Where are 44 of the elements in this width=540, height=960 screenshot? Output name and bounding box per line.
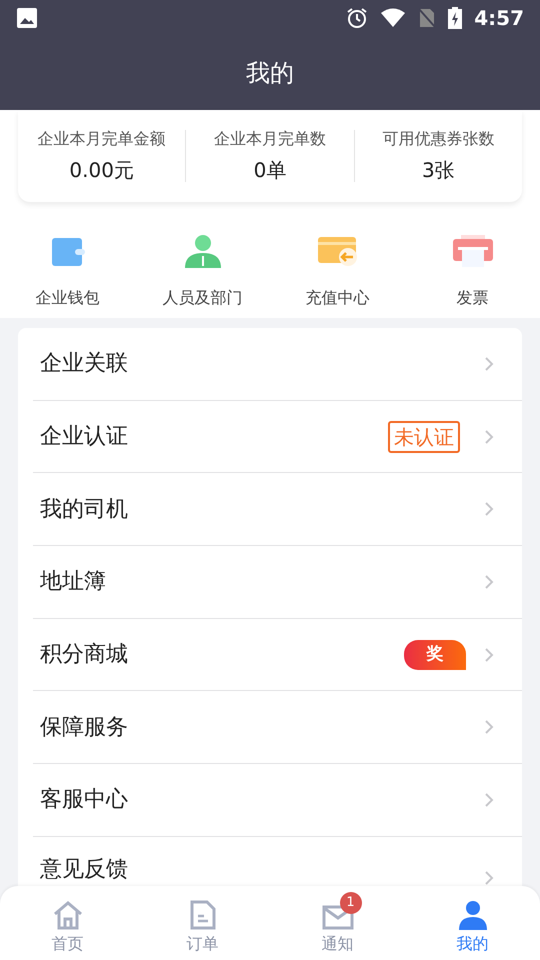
shortcut-button[interactable]: 人员及部门	[135, 234, 270, 310]
menu-item[interactable]: 我的司机	[33, 473, 522, 546]
unread-badge: 1	[340, 892, 362, 914]
stat-label: 可用优惠券张数	[382, 128, 494, 150]
menu-item[interactable]: 企业认证 未认证	[33, 400, 522, 474]
no-sim-icon	[418, 8, 436, 28]
chevron-right-icon	[484, 870, 494, 886]
status-time: 4:57	[474, 5, 524, 32]
printer-icon	[452, 234, 494, 268]
stat-label: 企业本月完单金额	[38, 128, 166, 150]
alarm-icon	[346, 7, 368, 29]
battery-charging-icon	[448, 7, 462, 29]
page-title: 我的	[246, 58, 294, 89]
image-icon	[16, 7, 38, 29]
chevron-right-icon	[484, 501, 494, 518]
chevron-right-icon	[484, 356, 494, 372]
chevron-right-icon	[484, 792, 494, 808]
chevron-right-icon	[484, 574, 494, 590]
menu-item[interactable]: 意见反馈	[33, 836, 522, 886]
prize-badge: 奖	[404, 640, 466, 670]
chevron-right-icon	[484, 428, 494, 445]
stat-value: 0.00元	[69, 157, 134, 184]
status-tag: 未认证	[388, 420, 460, 453]
mail-icon	[322, 904, 354, 930]
stat-label: 企业本月完单数	[214, 128, 326, 150]
menu-item[interactable]: 企业关联	[33, 328, 522, 401]
menu-item[interactable]: 客服中心	[33, 764, 522, 837]
chevron-right-icon	[484, 719, 494, 736]
nav-tab[interactable]: 我的	[405, 886, 540, 960]
shortcut-button[interactable]: 发票	[405, 234, 540, 310]
chevron-right-icon	[484, 646, 494, 663]
home-icon	[52, 900, 84, 930]
stat-value: 3张	[422, 157, 455, 184]
menu-item[interactable]: 地址簿	[33, 546, 522, 619]
shortcut-button[interactable]: 企业钱包	[0, 234, 135, 310]
stat-value: 0单	[254, 157, 286, 184]
shortcut-button[interactable]: 充值中心	[270, 234, 405, 310]
menu-item[interactable]: 积分商城 奖	[33, 618, 522, 692]
document-icon	[190, 900, 216, 930]
menu-item[interactable]: 保障服务	[33, 691, 522, 764]
person-icon	[458, 900, 486, 930]
wifi-icon	[380, 8, 406, 28]
nav-tab[interactable]: 1 通知	[270, 886, 405, 960]
recharge-card-icon	[316, 234, 358, 268]
